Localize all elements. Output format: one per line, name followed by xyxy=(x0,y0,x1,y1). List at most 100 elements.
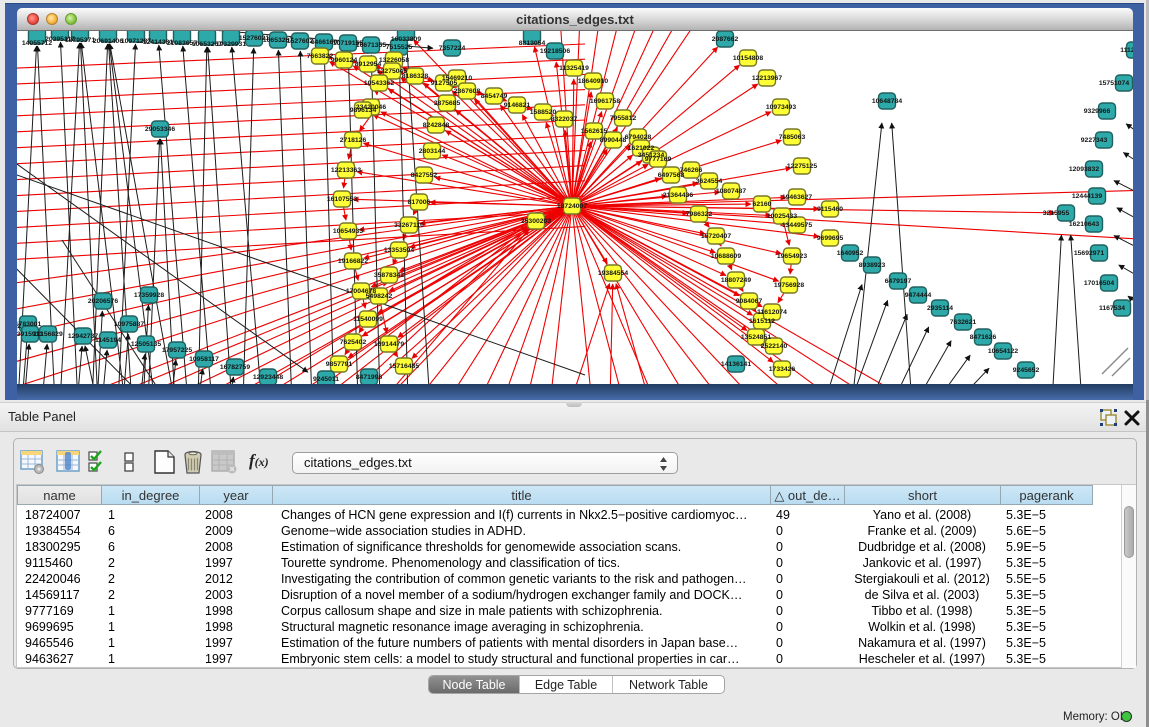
svg-text:10975887: 10975887 xyxy=(114,321,144,328)
svg-text:8813054: 8813054 xyxy=(519,40,546,47)
svg-text:1562615: 1562615 xyxy=(581,128,608,135)
svg-text:7663822: 7663822 xyxy=(307,53,334,60)
svg-text:8242848: 8242848 xyxy=(423,122,450,129)
svg-text:7485063: 7485063 xyxy=(779,134,806,141)
svg-text:6794028: 6794028 xyxy=(625,134,652,141)
svg-text:18807249: 18807249 xyxy=(721,277,751,284)
svg-text:15751074: 15751074 xyxy=(1099,80,1129,87)
svg-text:3875685: 3875685 xyxy=(434,100,461,107)
svg-text:11123456: 11123456 xyxy=(1120,47,1133,54)
svg-text:16210643: 16210643 xyxy=(1069,221,1099,228)
svg-text:8454749: 8454749 xyxy=(481,93,508,100)
svg-text:13524851: 13524851 xyxy=(741,334,771,341)
svg-text:8471626: 8471626 xyxy=(970,334,997,341)
svg-text:8471996: 8471996 xyxy=(356,374,383,381)
svg-text:1588520: 1588520 xyxy=(530,109,557,116)
svg-text:7986322: 7986322 xyxy=(686,211,713,218)
svg-text:1145194: 1145194 xyxy=(95,337,121,344)
svg-text:9115460: 9115460 xyxy=(817,206,843,213)
svg-text:9146821: 9146821 xyxy=(504,102,531,109)
svg-text:11612074: 11612074 xyxy=(757,309,787,316)
svg-text:9245011: 9245011 xyxy=(313,376,339,383)
svg-text:6479197: 6479197 xyxy=(885,278,912,285)
svg-text:7357224: 7357224 xyxy=(439,45,466,52)
svg-text:8938923: 8938923 xyxy=(859,262,886,269)
svg-text:20691406: 20691406 xyxy=(93,38,123,45)
svg-text:18795371: 18795371 xyxy=(65,37,95,44)
svg-text:19384554: 19384554 xyxy=(598,270,628,277)
svg-text:12505135: 12505135 xyxy=(131,341,161,348)
svg-text:3395012: 3395012 xyxy=(17,323,21,330)
svg-text:9960124: 9960124 xyxy=(331,57,358,64)
svg-text:10973493: 10973493 xyxy=(766,104,796,111)
svg-text:13226058: 13226058 xyxy=(379,57,409,64)
svg-text:9857791: 9857791 xyxy=(326,361,353,368)
svg-text:19166822: 19166822 xyxy=(338,258,368,265)
svg-text:2803144: 2803144 xyxy=(419,148,446,155)
svg-text:9245652: 9245652 xyxy=(1013,367,1040,374)
svg-text:18724007: 18724007 xyxy=(557,203,587,210)
svg-text:18640910: 18640910 xyxy=(578,78,608,85)
svg-text:3624554: 3624554 xyxy=(696,178,723,185)
svg-text:21364436: 21364436 xyxy=(663,192,693,199)
svg-text:25300203: 25300203 xyxy=(521,218,551,225)
svg-text:7955812: 7955812 xyxy=(610,115,637,122)
svg-text:1167534: 1167534 xyxy=(1099,305,1125,312)
svg-text:10543362: 10543362 xyxy=(364,80,394,87)
svg-text:2522140: 2522140 xyxy=(761,343,788,350)
svg-text:62160: 62160 xyxy=(753,201,772,208)
svg-text:17359928: 17359928 xyxy=(134,292,164,299)
svg-text:7625402: 7625402 xyxy=(340,339,367,346)
svg-text:12444139: 12444139 xyxy=(1072,193,1102,200)
svg-text:13449575: 13449575 xyxy=(782,222,812,229)
svg-text:13353594: 13353594 xyxy=(384,247,414,254)
svg-text:15716485: 15716485 xyxy=(389,363,419,370)
svg-text:2367608: 2367608 xyxy=(454,88,481,95)
svg-text:8912954: 8912954 xyxy=(355,61,382,68)
svg-text:9084067: 9084067 xyxy=(736,298,763,305)
svg-text:1621022: 1621022 xyxy=(628,145,655,152)
svg-text:12923448: 12923448 xyxy=(253,374,283,381)
svg-text:11540099: 11540099 xyxy=(353,316,383,323)
svg-text:1733426: 1733426 xyxy=(769,366,796,373)
svg-text:7515525: 7515525 xyxy=(386,44,413,51)
svg-text:2935114: 2935114 xyxy=(927,305,953,312)
svg-text:12213363: 12213363 xyxy=(331,167,361,174)
svg-text:2718126: 2718126 xyxy=(340,137,367,144)
svg-text:9699695: 9699695 xyxy=(817,235,844,242)
svg-text:12213967: 12213967 xyxy=(752,75,782,82)
svg-text:15692971: 15692971 xyxy=(1074,250,1104,257)
svg-text:1640952: 1640952 xyxy=(837,250,864,257)
svg-text:15720407: 15720407 xyxy=(701,233,731,240)
svg-text:15469210: 15469210 xyxy=(442,75,472,82)
svg-text:9896134: 9896134 xyxy=(350,107,377,114)
svg-text:19654923: 19654923 xyxy=(777,253,807,260)
svg-text:20206576: 20206576 xyxy=(88,298,118,305)
svg-text:10807487: 10807487 xyxy=(716,188,746,195)
svg-text:8990448: 8990448 xyxy=(600,137,627,144)
svg-text:746266: 746266 xyxy=(680,167,703,174)
svg-text:1527602: 1527602 xyxy=(287,38,314,45)
svg-text:12275125: 12275125 xyxy=(787,163,817,170)
svg-text:10154808: 10154808 xyxy=(733,55,763,62)
svg-text:11325419: 11325419 xyxy=(559,65,589,72)
svg-text:19756928: 19756928 xyxy=(774,282,804,289)
svg-text:10688609: 10688609 xyxy=(711,253,741,260)
svg-text:10958117: 10958117 xyxy=(189,356,219,363)
svg-text:17957225: 17957225 xyxy=(162,347,192,354)
svg-text:8186328: 8186328 xyxy=(402,73,429,80)
svg-text:12093832: 12093832 xyxy=(1069,166,1099,173)
svg-text:5498242: 5498242 xyxy=(366,293,393,300)
svg-text:8427552: 8427552 xyxy=(411,172,438,179)
svg-text:16107553: 16107553 xyxy=(327,196,357,203)
svg-text:3215955: 3215955 xyxy=(1043,210,1070,217)
svg-text:35878342: 35878342 xyxy=(374,272,404,279)
svg-text:17016504: 17016504 xyxy=(1084,280,1114,287)
svg-text:16914479: 16914479 xyxy=(374,341,404,348)
svg-text:10648784: 10648784 xyxy=(872,98,902,105)
svg-text:29053346: 29053346 xyxy=(145,126,175,133)
svg-text:9474444: 9474444 xyxy=(905,292,932,299)
svg-text:16033809: 16033809 xyxy=(391,36,421,43)
svg-text:12942737: 12942737 xyxy=(68,333,98,340)
svg-text:10025433: 10025433 xyxy=(767,213,797,220)
